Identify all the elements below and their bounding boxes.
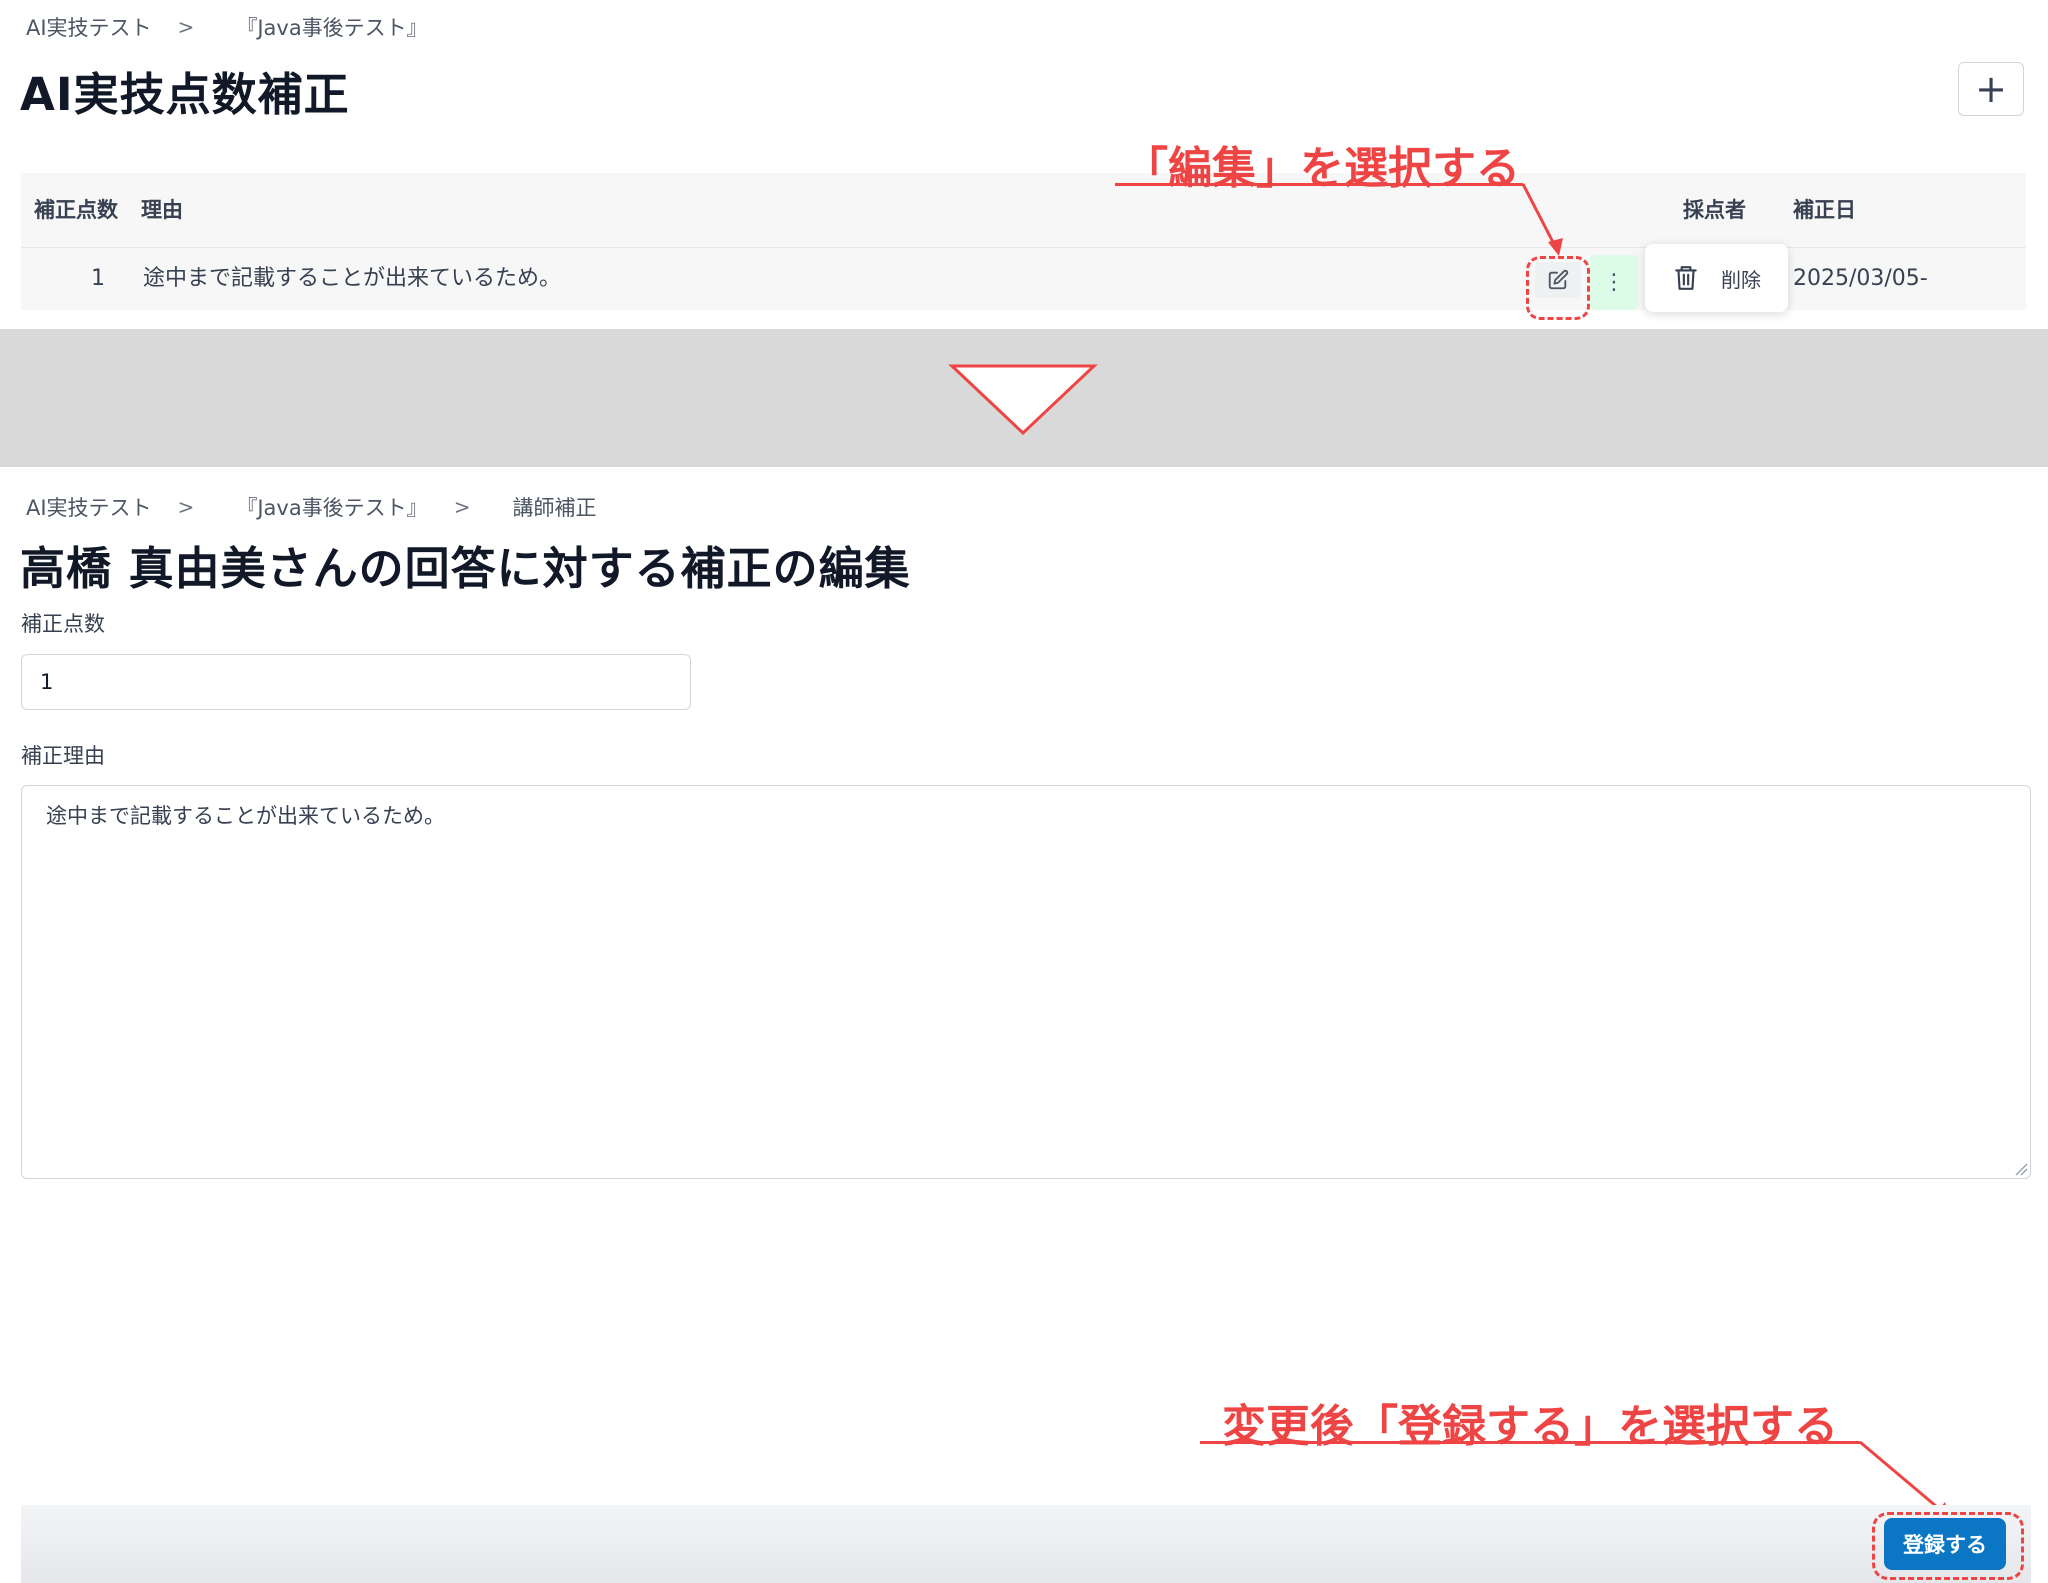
breadcrumb-separator: > — [177, 495, 195, 519]
annotation-edit: 「編集」を選択する — [1124, 143, 1520, 194]
edit-highlight-circle — [1526, 256, 1590, 320]
resize-handle-icon[interactable] — [2014, 1162, 2028, 1176]
score-label: 補正点数 — [21, 612, 105, 636]
column-header-date: 補正日 — [1793, 198, 1856, 222]
column-header-reason: 理由 — [141, 198, 183, 222]
register-highlight-circle — [1872, 1512, 2024, 1580]
breadcrumb-item[interactable]: AI実技テスト — [26, 492, 152, 522]
breadcrumb-separator: > — [177, 15, 195, 39]
breadcrumb-separator: > — [453, 495, 471, 519]
delete-label: 削除 — [1721, 267, 1761, 292]
column-header-grader: 採点者 — [1683, 198, 1746, 222]
reason-label: 補正理由 — [21, 744, 105, 768]
down-triangle-icon — [948, 364, 1098, 436]
column-header-score: 補正点数 — [34, 198, 118, 222]
form-title: 高橋 真由美さんの回答に対する補正の編集 — [20, 542, 911, 595]
annotation-underline — [1200, 1441, 1860, 1444]
cell-reason: 途中まで記載することが出来ているため。 — [143, 266, 562, 291]
trash-icon — [1675, 266, 1697, 290]
cell-score: 1 — [91, 266, 105, 291]
breadcrumb-item[interactable]: AI実技テスト — [26, 12, 152, 42]
page-title: AI実技点数補正 — [20, 68, 350, 121]
delete-menu-item[interactable]: 削除 — [1645, 244, 1788, 312]
breadcrumb: AI実技テスト > 『Java事後テスト』 — [26, 12, 428, 42]
breadcrumb-item[interactable]: 『Java事後テスト』 — [236, 492, 427, 522]
reason-textarea[interactable]: 途中まで記載することが出来ているため。 — [21, 785, 2031, 1179]
cell-date: 2025/03/05-11:59:14 — [1793, 266, 1928, 353]
table-header: 補正点数 理由 採点者 補正日 — [21, 173, 2026, 248]
separator-band — [0, 329, 2048, 467]
score-input[interactable]: 1 — [21, 654, 691, 710]
breadcrumb: AI実技テスト > 『Java事後テスト』 > 講師補正 — [26, 492, 596, 522]
breadcrumb-item: 講師補正 — [512, 496, 597, 520]
annotation-arrow — [1521, 183, 1563, 256]
more-vertical-icon: ⋮ — [1603, 270, 1625, 295]
annotation-underline — [1115, 183, 1523, 186]
form-footer — [21, 1505, 2031, 1583]
breadcrumb-item[interactable]: 『Java事後テスト』 — [236, 12, 427, 42]
add-button[interactable]: + — [1958, 62, 2024, 116]
more-options-button[interactable]: ⋮ — [1590, 255, 1638, 310]
annotation-register: 変更後「登録する」を選択する — [1222, 1401, 1838, 1452]
